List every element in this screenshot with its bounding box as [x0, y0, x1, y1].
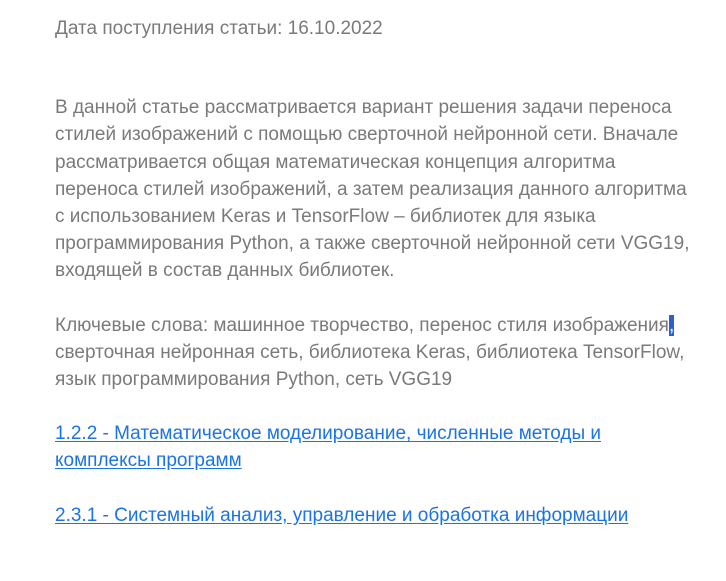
link-text: комплексы программ	[55, 450, 242, 472]
specialty-link-2-3-1[interactable]: 2.3.1 - Системный анализ, управление и о…	[55, 502, 726, 529]
keywords-text: Ключевые слова: машинное творчество, пер…	[55, 314, 669, 336]
keywords-line: язык программирования Python, сеть VGG19	[55, 369, 453, 391]
keywords-line: Ключевые слова: машинное творчество, пер…	[55, 312, 726, 339]
link-text: 2.3.1 - Системный анализ, управление и о…	[55, 504, 629, 526]
article-content: Дата поступления статьи: 16.10.2022 В да…	[55, 15, 726, 529]
link-text: 1.2.2 - Математическое моделирование, чи…	[55, 423, 601, 445]
abstract-line: рассматривается общая математическая кон…	[55, 151, 616, 173]
abstract-line: В данной статье рассматривается вариант …	[55, 97, 672, 119]
keywords-line: сверточная нейронная сеть, библиотека Ke…	[55, 341, 685, 363]
abstract-line: переноса стилей изображений, а затем реа…	[55, 178, 687, 200]
abstract-line: с использованием Keras и TensorFlow – би…	[55, 206, 596, 228]
specialty-link-1-2-2[interactable]: 1.2.2 - Математическое моделирование, чи…	[55, 420, 726, 474]
abstract-line: программирования Python, а также сверточ…	[55, 233, 690, 255]
specialty-links: 1.2.2 - Математическое моделирование, чи…	[55, 420, 726, 529]
abstract: В данной статье рассматривается вариант …	[55, 94, 726, 284]
abstract-line: стилей изображений с помощью сверточной …	[55, 124, 679, 146]
keywords: Ключевые слова: машинное творчество, пер…	[55, 312, 726, 394]
selected-comma: ,	[668, 314, 675, 336]
received-date: Дата поступления статьи: 16.10.2022	[55, 18, 383, 39]
abstract-line: входящей в состав данных библиотек.	[55, 260, 395, 282]
